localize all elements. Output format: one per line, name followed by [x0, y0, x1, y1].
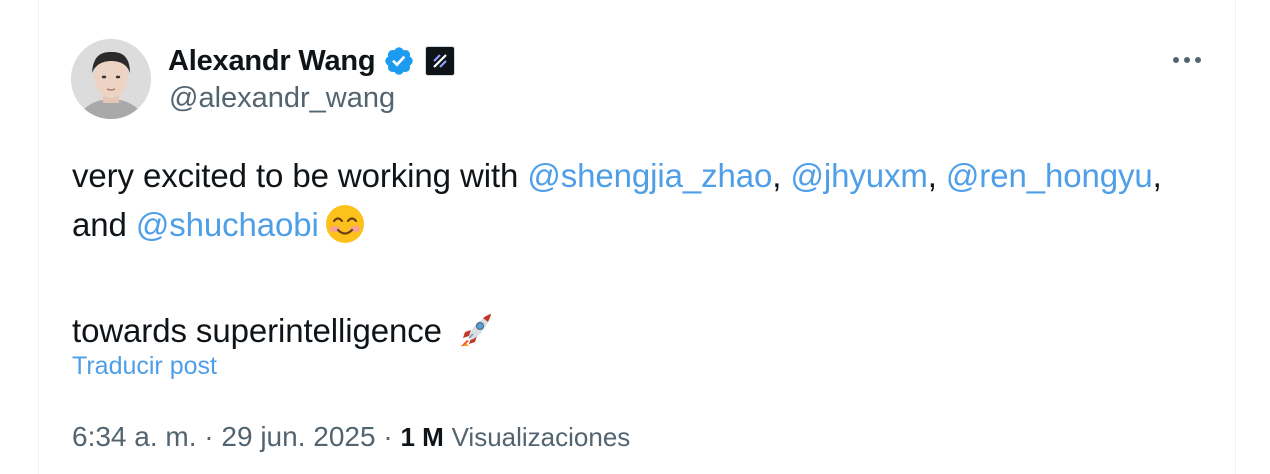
- tweet-date[interactable]: 29 jun. 2025: [221, 421, 375, 452]
- meta-separator: ·: [196, 421, 222, 452]
- mention-link[interactable]: @jhyuxm: [790, 157, 927, 194]
- mention-link[interactable]: @shengjia_zhao: [527, 157, 772, 194]
- smiling-face-emoji-icon: [325, 204, 365, 257]
- tweet-card: Alexandr Wang @alexandr_wang very excite…: [38, 0, 1236, 474]
- mention-link[interactable]: @ren_hongyu: [946, 157, 1153, 194]
- tweet-text-segment: towards superintelligence: [72, 312, 451, 349]
- tweet-meta: 6:34 a. m. · 29 jun. 2025 · 1 M Visualiz…: [72, 421, 630, 453]
- views-count: 1 M: [400, 422, 444, 452]
- avatar[interactable]: [71, 39, 151, 119]
- translate-post-link[interactable]: Traducir post: [72, 352, 217, 381]
- mention-link[interactable]: @shuchaobi: [136, 206, 319, 243]
- meta-separator: ·: [375, 421, 401, 452]
- separator: ,: [772, 157, 791, 194]
- more-options-button[interactable]: [1167, 44, 1207, 76]
- rocket-emoji-icon: [457, 310, 497, 363]
- tweet-text-segment: very excited to be working with: [72, 157, 528, 194]
- tweet-line-2: and @shuchaobi: [72, 200, 1222, 257]
- more-horizontal-icon: [1172, 51, 1202, 69]
- tweet-line-3: towards superintelligence: [72, 306, 1222, 363]
- author-handle[interactable]: @alexandr_wang: [169, 82, 395, 115]
- separator: ,: [927, 157, 946, 194]
- tweet-line-1: very excited to be working with @shengji…: [72, 151, 1222, 200]
- views-label: Visualizaciones: [451, 422, 631, 452]
- display-name[interactable]: Alexandr Wang: [168, 45, 376, 78]
- tweet-text: very excited to be working with @shengji…: [72, 151, 1222, 363]
- affiliate-logo-icon[interactable]: [425, 46, 456, 76]
- tweet-text-segment: and: [72, 206, 136, 243]
- author-row: Alexandr Wang: [168, 42, 456, 80]
- verified-badge-icon[interactable]: [383, 45, 415, 77]
- separator: ,: [1152, 157, 1162, 194]
- tweet-time[interactable]: 6:34 a. m.: [72, 421, 197, 452]
